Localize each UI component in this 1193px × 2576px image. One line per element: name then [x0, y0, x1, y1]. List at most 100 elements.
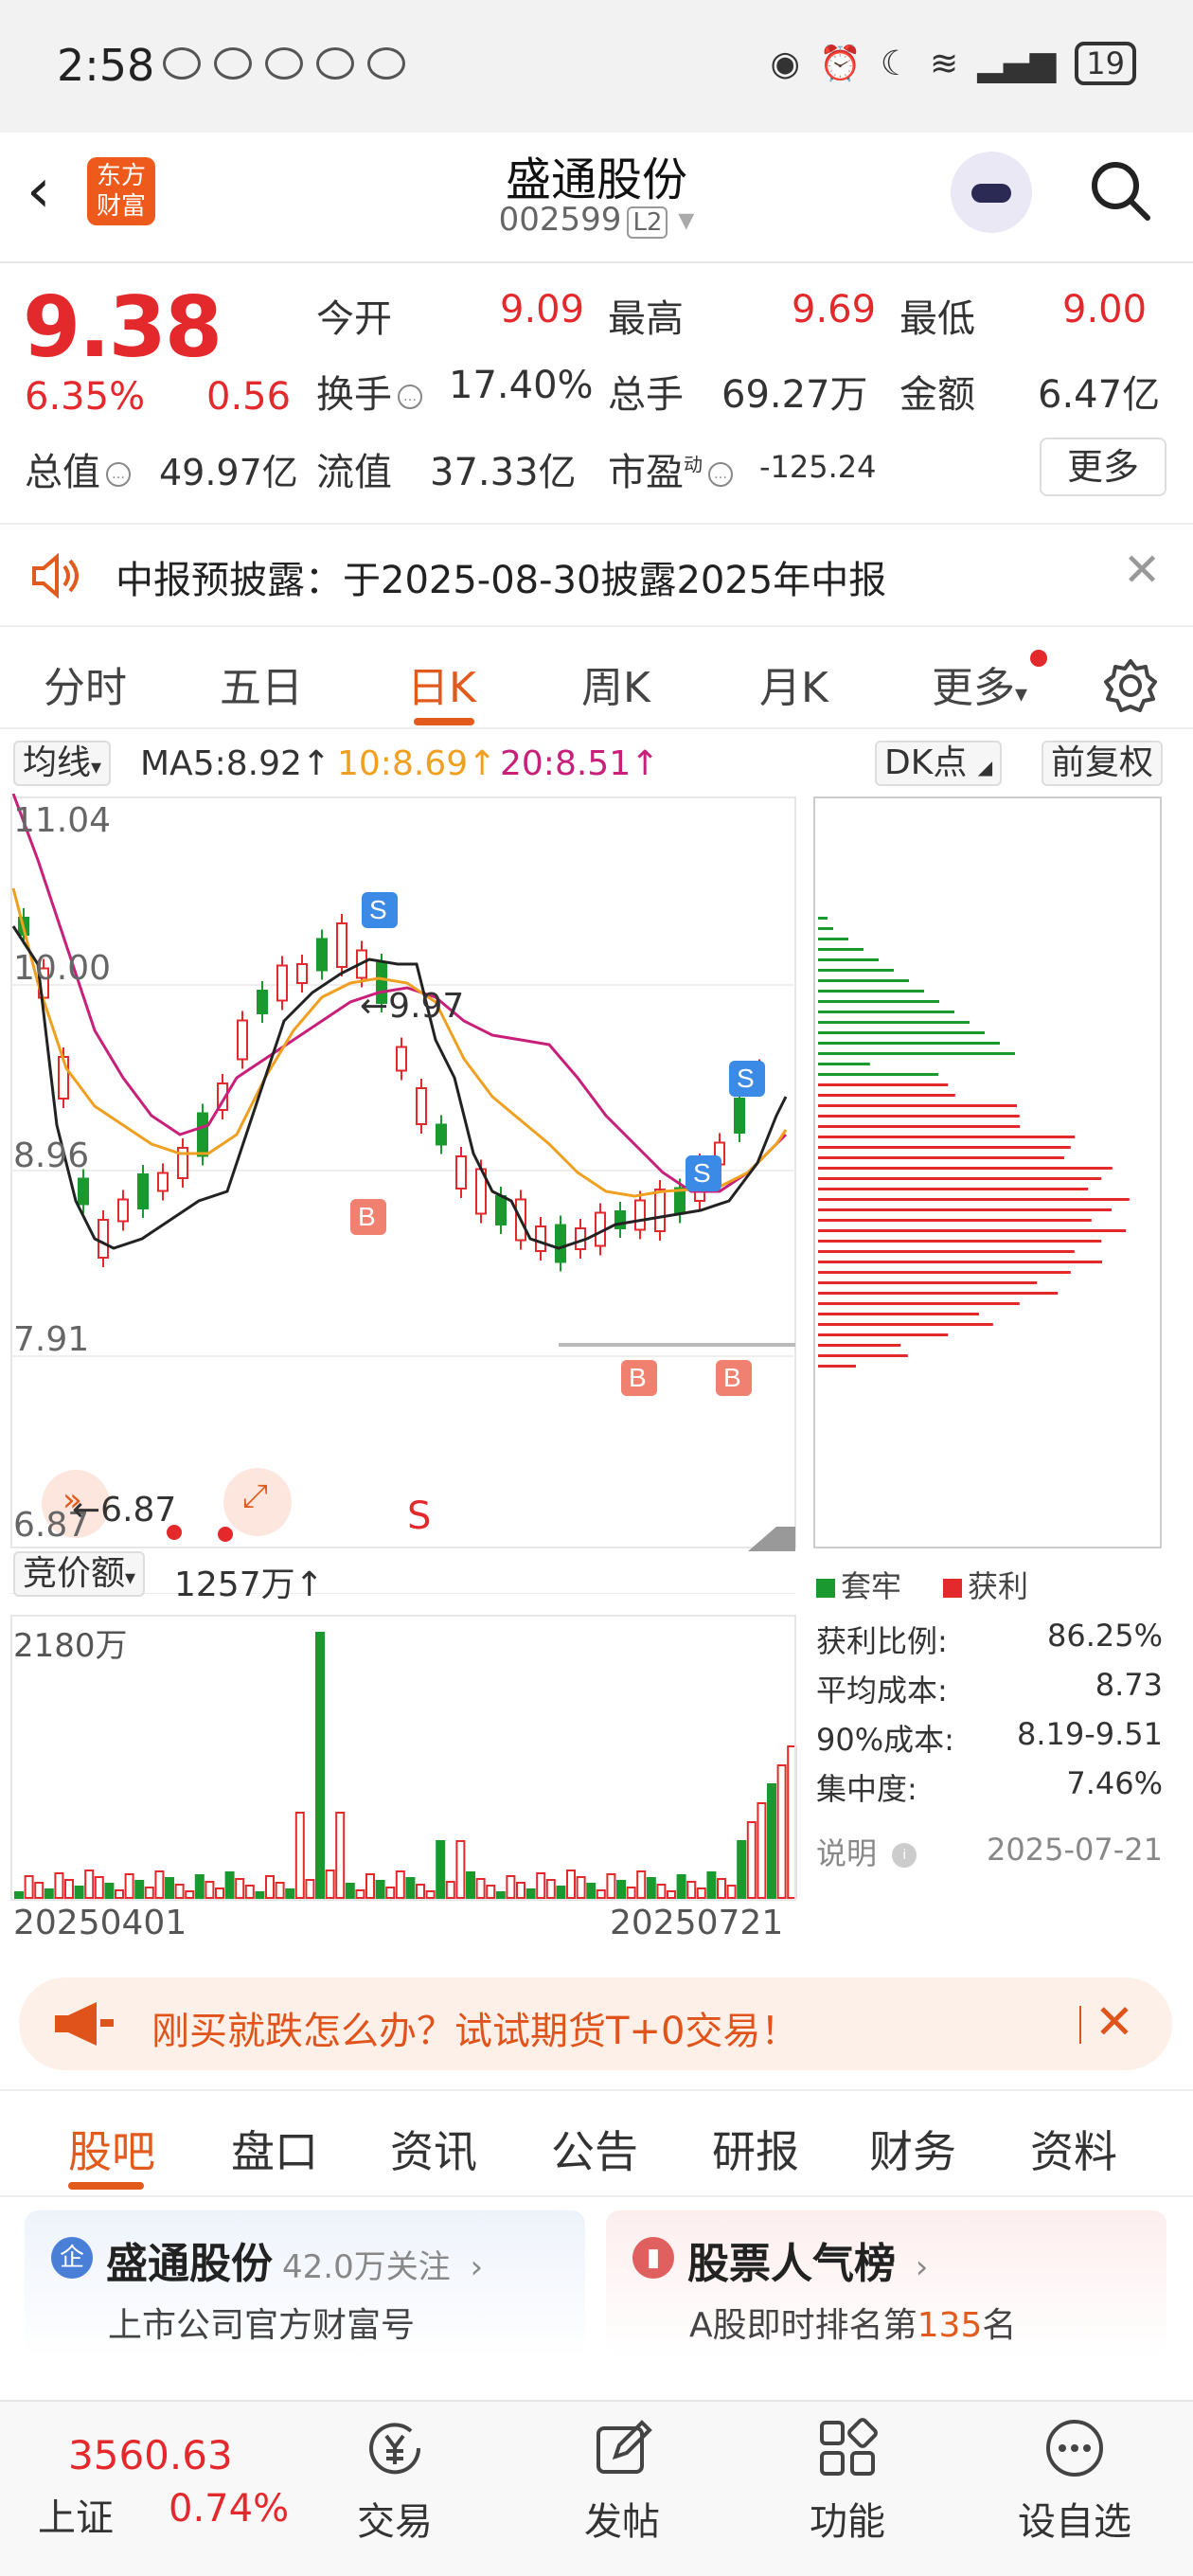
nav-trade[interactable]: 交易	[324, 2415, 466, 2546]
volume-bar	[495, 1891, 506, 1899]
chip-bar	[818, 927, 833, 930]
tab-announcement[interactable]: 公告	[551, 2118, 638, 2180]
svg-text:B: B	[629, 1363, 647, 1392]
chip-bar	[818, 1167, 1113, 1170]
volume-bar	[445, 1881, 455, 1899]
volume-bar	[395, 1870, 405, 1899]
stat-90-cost: 90%成本: 8.19-9.51	[816, 1716, 1163, 1758]
tab-guba[interactable]: 股吧	[68, 2118, 155, 2180]
volume-select[interactable]: 竞价额▾	[13, 1551, 146, 1597]
volume-bar	[706, 1871, 717, 1899]
chip-bar	[818, 1323, 993, 1326]
tab-five-day[interactable]: 五日	[220, 653, 303, 714]
expand-left-icon[interactable]: »	[62, 1481, 82, 1519]
volume-bar	[104, 1883, 115, 1899]
svg-text:S: S	[369, 895, 387, 924]
futures-ad-banner[interactable]: 刚买就跌怎么办？试试期货T+0交易！ ✕	[19, 1977, 1172, 2070]
chip-bar	[818, 1354, 908, 1357]
volume-bar	[726, 1885, 737, 1899]
alarm-icon: ⏰	[818, 45, 862, 83]
close-icon[interactable]: ✕	[1123, 544, 1161, 597]
chip-bar	[818, 1063, 870, 1065]
nav-post[interactable]: 发帖	[551, 2415, 693, 2546]
volume-bar	[305, 1879, 315, 1899]
popularity-card[interactable]: ▮ 股票人气榜 › A股即时排名第135名	[606, 2210, 1166, 2358]
volume-bar	[115, 1889, 124, 1899]
fullscreen-icon[interactable]: ⤢	[242, 1477, 268, 1515]
gear-icon[interactable]	[1102, 657, 1159, 714]
status-time: 2:58	[57, 40, 155, 91]
tab-research[interactable]: 研报	[712, 2118, 799, 2180]
ma10-line	[11, 887, 788, 1198]
low-marker: ←6.87	[72, 1491, 177, 1530]
tab-news[interactable]: 资讯	[390, 2118, 477, 2180]
tab-weekly-k[interactable]: 周K	[581, 653, 650, 714]
nav-watchlist-settings[interactable]: 设自选	[1004, 2415, 1146, 2546]
volume-bar	[84, 1869, 95, 1899]
candle	[137, 1173, 149, 1209]
dk-select[interactable]: DK点 ◢	[875, 741, 1003, 786]
close-icon[interactable]: ✕	[1095, 1995, 1134, 2049]
candle	[336, 922, 347, 968]
volume-bar	[576, 1876, 586, 1899]
more-button[interactable]: 更多	[1040, 438, 1166, 496]
chip-bar	[818, 1146, 1071, 1149]
assistant-robot-icon[interactable]	[951, 152, 1032, 233]
tab-pankou[interactable]: 盘口	[231, 2118, 318, 2180]
candle	[78, 1177, 89, 1206]
volume-bar	[536, 1872, 546, 1899]
tab-more[interactable]: 更多▾	[932, 653, 1027, 714]
nav-function[interactable]: 功能	[776, 2415, 918, 2546]
volume-bar	[24, 1875, 34, 1899]
volume-bar	[757, 1802, 767, 1899]
chip-bar	[818, 958, 879, 961]
kline-chart-area[interactable]: S S S B B B 11.04 10.00 8.96 7.91 6.87 ←…	[0, 793, 1193, 1942]
tab-daily-k[interactable]: 日K	[407, 653, 476, 714]
candle	[237, 1019, 248, 1061]
tab-profile[interactable]: 资料	[1030, 2118, 1117, 2180]
volume-bar	[696, 1887, 706, 1899]
active-tab-indicator	[414, 718, 474, 725]
volume-bar	[375, 1880, 385, 1899]
candle	[535, 1225, 546, 1252]
index-percent[interactable]: 0.74%	[169, 2487, 289, 2531]
info-icon: …	[106, 462, 131, 487]
volume-max-label: 2180万	[13, 1627, 128, 1665]
volume-bar	[294, 1812, 305, 1899]
volume-bar	[436, 1840, 446, 1899]
volume-bar	[215, 1887, 224, 1899]
index-value[interactable]: 3560.63	[68, 2432, 233, 2478]
tab-intraday[interactable]: 分时	[44, 653, 127, 714]
notice-bar[interactable]: 中报预披露：于2025-08-30披露2025年中报 ✕	[0, 523, 1193, 627]
ma-select[interactable]: 均线▾	[13, 741, 112, 786]
volume-bar	[325, 1869, 335, 1899]
tab-finance[interactable]: 财务	[869, 2118, 956, 2180]
search-icon[interactable]	[1087, 157, 1153, 224]
volume-bar	[486, 1885, 496, 1899]
index-name[interactable]: 上证	[38, 2487, 114, 2542]
current-price: 9.38	[23, 278, 223, 376]
chip-bar	[818, 1021, 970, 1024]
legend-profit: 获利	[943, 1563, 1028, 1606]
adjust-select[interactable]: 前复权	[1042, 741, 1164, 786]
svg-text:S: S	[737, 1064, 755, 1093]
tab-monthly-k[interactable]: 月K	[759, 653, 828, 714]
note-link[interactable]: 说明 i	[816, 1830, 922, 1873]
candle	[117, 1198, 129, 1223]
chip-bar	[818, 969, 894, 972]
chip-bar	[818, 1011, 954, 1013]
chip-bar	[818, 1344, 901, 1347]
chip-bar	[818, 1156, 1064, 1159]
official-account-card[interactable]: 企 盛通股份 42.0万关注 › 上市公司官方财富号	[25, 2210, 585, 2358]
candle	[614, 1210, 626, 1229]
y-label-top: 11.04	[13, 801, 112, 840]
candle	[316, 938, 328, 972]
more-dots-icon	[1046, 2420, 1103, 2477]
card-subtitle: A股即时排名第135名	[689, 2306, 1017, 2345]
volume-bar	[516, 1882, 525, 1899]
volume-bar	[185, 1890, 195, 1899]
chip-bar	[818, 990, 924, 993]
moon-icon: ☾	[880, 44, 912, 83]
chip-bar	[818, 1125, 1021, 1128]
pe-label: 市盈动…	[608, 441, 739, 496]
